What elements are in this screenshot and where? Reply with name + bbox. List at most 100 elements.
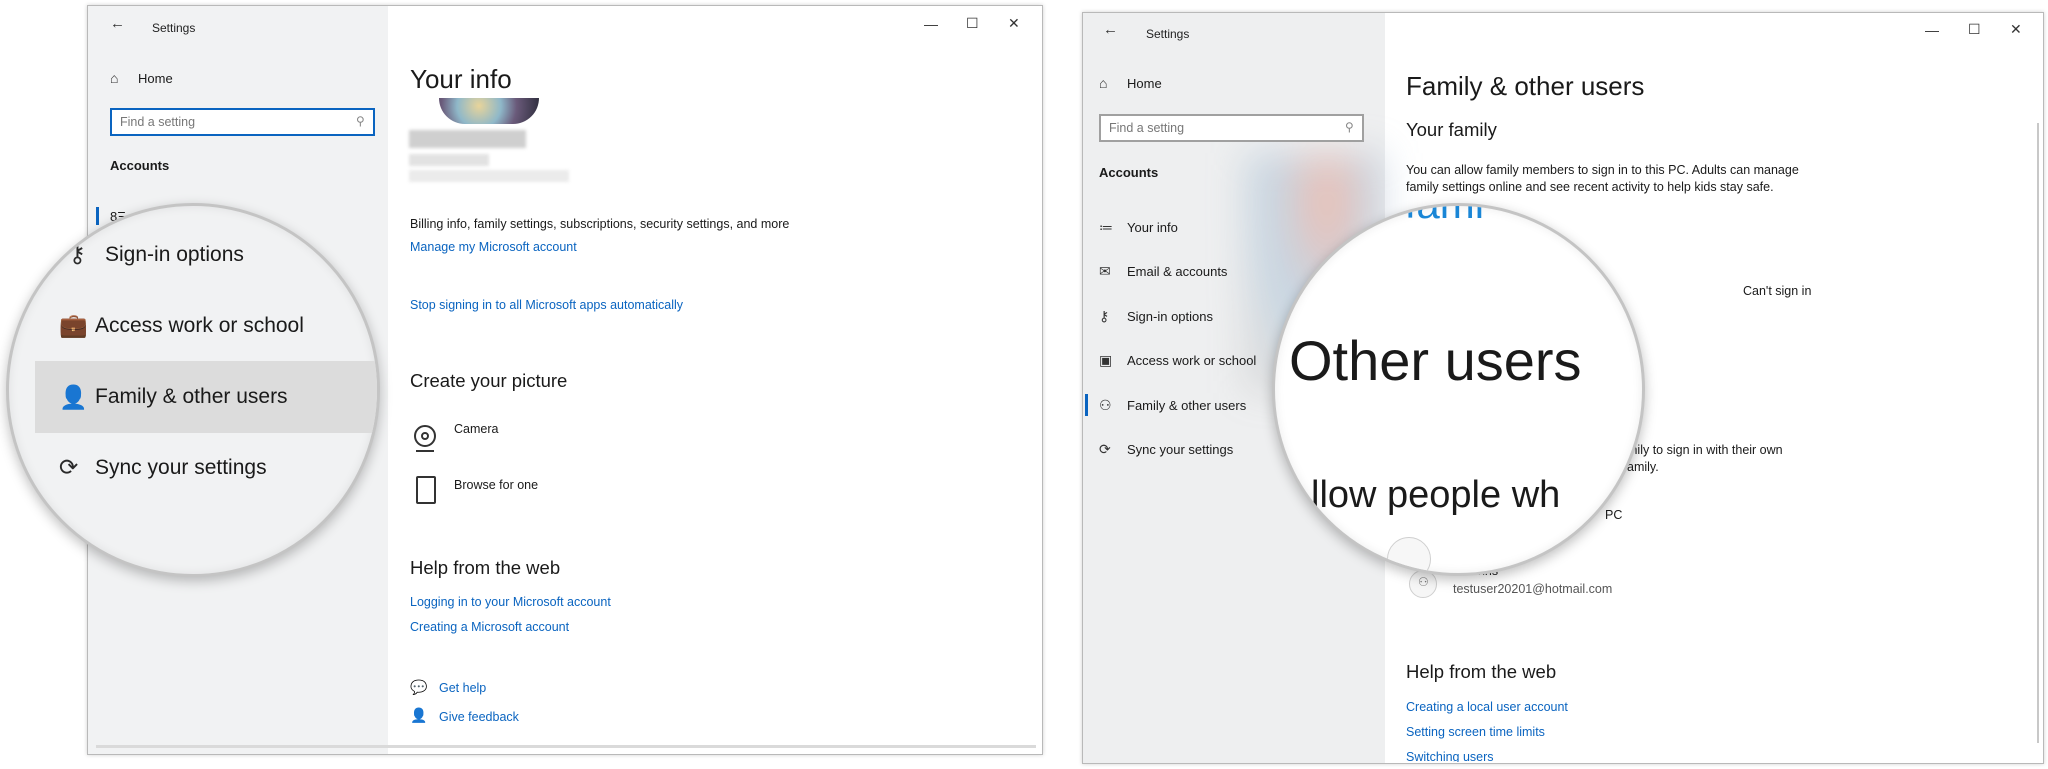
search-input[interactable]: Find a setting ⚲ bbox=[110, 108, 375, 136]
other-users-text-partial-2: amily. bbox=[1627, 460, 1659, 474]
search-placeholder: Find a setting bbox=[1109, 121, 1185, 135]
selection-indicator bbox=[1085, 394, 1088, 416]
lens-label: Sync your settings bbox=[95, 455, 267, 479]
browse-icon bbox=[416, 476, 436, 504]
nav-family-users[interactable]: ⚇ Family & other users bbox=[1099, 397, 1246, 414]
cant-sign-in-link[interactable]: Can't sign in bbox=[1743, 283, 1811, 300]
magnifier-left: ⚷ Sign-in options 💼 Access work or schoo… bbox=[6, 203, 380, 577]
browse-option[interactable]: Browse for one bbox=[410, 474, 610, 508]
back-arrow-icon[interactable]: ← bbox=[110, 15, 125, 32]
help-link-screen-time[interactable]: Setting screen time limits bbox=[1406, 725, 1545, 739]
lens-allow-people-text: llow people wh bbox=[1311, 474, 1561, 516]
get-help-icon: 💬 bbox=[410, 679, 428, 695]
lens-label: Family & other users bbox=[95, 385, 288, 408]
section-accounts: Accounts bbox=[1099, 165, 1159, 180]
help-link-logging-in[interactable]: Logging in to your Microsoft account bbox=[410, 595, 611, 609]
give-feedback-icon: 👤 bbox=[410, 707, 428, 723]
key-icon: ⚷ bbox=[69, 241, 86, 267]
nav-label: Your info bbox=[1127, 220, 1178, 235]
home-icon: ⌂ bbox=[110, 70, 119, 86]
help-link-local-account[interactable]: Creating a local user account bbox=[1406, 700, 1568, 714]
maximize-icon[interactable]: ☐ bbox=[966, 15, 979, 32]
person-add-icon: 👤 bbox=[59, 383, 88, 410]
search-input[interactable]: Find a setting ⚲ bbox=[1099, 114, 1364, 142]
back-arrow-icon[interactable]: ← bbox=[1103, 21, 1118, 38]
help-heading: Help from the web bbox=[1406, 661, 1557, 682]
family-description: You can allow family members to sign in … bbox=[1406, 163, 1799, 194]
minimize-icon[interactable]: — bbox=[924, 16, 938, 32]
nav-sign-in-options[interactable]: ⚷ Sign-in options bbox=[1099, 308, 1213, 325]
lens-nav-sync-settings[interactable]: ⟳ Sync your settings bbox=[59, 454, 267, 481]
person-add-icon: ⚇ bbox=[1099, 397, 1112, 413]
nav-label: Sync your settings bbox=[1127, 442, 1234, 457]
mail-icon: ✉ bbox=[1099, 263, 1111, 279]
blurred-name bbox=[409, 130, 526, 148]
camera-label: Camera bbox=[454, 422, 499, 436]
search-icon: ⚲ bbox=[1345, 120, 1354, 134]
get-help-link[interactable]: Get help bbox=[439, 681, 486, 695]
user-email[interactable]: testuser20201@hotmail.com bbox=[1453, 582, 1612, 596]
search-icon: ⚲ bbox=[356, 114, 365, 128]
blurred-detail bbox=[409, 170, 569, 182]
help-link-switching-users[interactable]: Switching users bbox=[1406, 750, 1494, 762]
maximize-icon[interactable]: ☐ bbox=[1968, 21, 1981, 38]
nav-work-school[interactable]: ▣ Access work or school bbox=[1099, 352, 1256, 369]
camera-lens-dot bbox=[421, 432, 429, 440]
manage-account-link[interactable]: Manage my Microsoft account bbox=[410, 240, 577, 254]
your-family-heading: Your family bbox=[1406, 119, 1497, 140]
lens-nav-sign-in-options[interactable]: ⚷ Sign-in options bbox=[69, 241, 244, 268]
browse-label: Browse for one bbox=[454, 478, 539, 492]
nav-label: Email & accounts bbox=[1127, 264, 1228, 279]
lens-label: Sign-in options bbox=[105, 242, 244, 266]
add-someone-partial: PC bbox=[1605, 508, 1623, 522]
lens-manage-family-text: age fami bbox=[1323, 203, 1485, 227]
key-icon: ⚷ bbox=[1099, 308, 1110, 324]
selection-indicator bbox=[96, 207, 99, 225]
help-link-creating-account[interactable]: Creating a Microsoft account bbox=[410, 620, 569, 634]
section-accounts: Accounts bbox=[110, 158, 170, 173]
magnifier-right: age fami Other users llow people wh bbox=[1272, 203, 1645, 576]
search-placeholder: Find a setting bbox=[120, 115, 196, 129]
nav-home-label: Home bbox=[1127, 75, 1162, 91]
nav-sync-settings[interactable]: ⟳ Sync your settings bbox=[1099, 441, 1233, 458]
give-feedback-link[interactable]: Give feedback bbox=[439, 710, 519, 724]
lens-other-users-heading: Other users bbox=[1289, 329, 1582, 392]
window-title: Settings bbox=[152, 21, 196, 35]
sync-icon: ⟳ bbox=[1099, 441, 1111, 457]
stop-signing-link[interactable]: Stop signing in to all Microsoft apps au… bbox=[410, 298, 683, 312]
page-title: Family & other users bbox=[1406, 71, 1645, 101]
billing-text: Billing info, family settings, subscript… bbox=[410, 217, 790, 231]
camera-stand bbox=[416, 450, 434, 452]
minimize-icon[interactable]: — bbox=[1925, 22, 1939, 38]
sync-icon: ⟳ bbox=[59, 454, 79, 480]
camera-option[interactable]: Camera bbox=[410, 419, 610, 459]
contact-card-icon: ≔ bbox=[1099, 219, 1113, 235]
other-users-text-partial-1: mily to sign in with their own bbox=[1627, 443, 1783, 457]
nav-label: Family & other users bbox=[1127, 398, 1247, 413]
blurred-email bbox=[409, 154, 489, 166]
briefcase-icon: 💼 bbox=[59, 312, 88, 338]
person-icon: ⚇ bbox=[1418, 575, 1429, 589]
window-title: Settings bbox=[1146, 27, 1190, 41]
help-heading: Help from the web bbox=[410, 557, 561, 578]
nav-label: Access work or school bbox=[1127, 353, 1257, 368]
page-title: Your info bbox=[410, 64, 512, 94]
nav-label: Sign-in options bbox=[1127, 309, 1213, 324]
nav-home[interactable]: ⌂ Home bbox=[1099, 75, 1162, 91]
close-icon[interactable]: ✕ bbox=[2010, 21, 2022, 38]
vertical-scrollbar[interactable] bbox=[2037, 123, 2039, 743]
nav-email-accounts[interactable]: ✉ Email & accounts bbox=[1099, 263, 1227, 280]
lens-label: Access work or school bbox=[95, 313, 304, 337]
nav-home[interactable]: ⌂ Home bbox=[110, 70, 173, 86]
lens-nav-work-school[interactable]: 💼 Access work or school bbox=[59, 312, 304, 339]
close-icon[interactable]: ✕ bbox=[1008, 15, 1020, 32]
nav-home-label: Home bbox=[138, 70, 173, 86]
home-icon: ⌂ bbox=[1099, 75, 1108, 91]
lens-user-avatar bbox=[1387, 537, 1431, 573]
create-picture-heading: Create your picture bbox=[410, 370, 568, 391]
lens-nav-family-users[interactable]: 👤 Family & other users bbox=[35, 361, 377, 433]
nav-your-info[interactable]: ≔ Your info bbox=[1099, 219, 1178, 236]
bottom-scroll-divider bbox=[96, 745, 1036, 748]
briefcase-icon: ▣ bbox=[1099, 352, 1113, 368]
avatar bbox=[439, 98, 539, 124]
